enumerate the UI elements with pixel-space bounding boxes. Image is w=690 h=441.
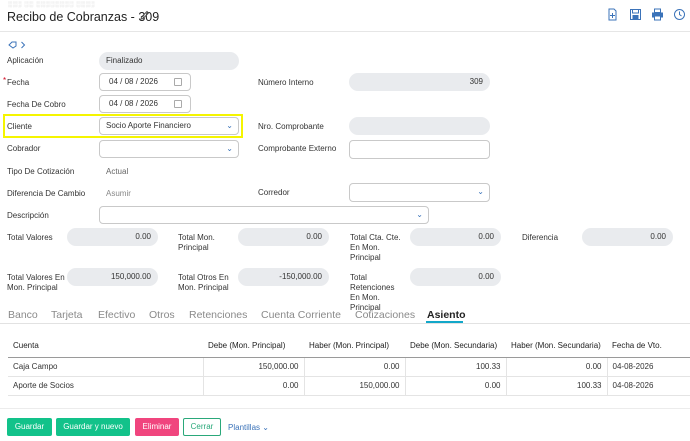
calendar-icon[interactable] xyxy=(174,78,182,86)
column-header[interactable]: Fecha de Vto. xyxy=(607,335,690,358)
nro-comprobante-field xyxy=(349,117,490,135)
tab-banco[interactable]: Banco xyxy=(8,309,38,321)
table-row[interactable]: Caja Campo 150,000.00 0.00 100.33 0.00 0… xyxy=(8,357,690,377)
nro-comprobante-label: Nro. Comprobante xyxy=(258,122,324,131)
cliente-select[interactable]: Socio Aporte Financiero ⌄ xyxy=(99,117,239,135)
edit-icon[interactable] xyxy=(139,10,150,21)
fecha-cobro-label: Fecha De Cobro xyxy=(7,100,66,109)
tag-icon[interactable] xyxy=(8,41,17,49)
header-divider xyxy=(0,31,690,32)
chevron-down-icon[interactable]: ⌄ xyxy=(226,118,233,134)
fecha-cobro-input[interactable]: 04 / 08 / 2026 xyxy=(99,95,191,113)
cobrador-label: Cobrador xyxy=(7,144,41,153)
tab-active-indicator xyxy=(426,321,463,323)
total-otros-label: Total Otros En Mon. Principal xyxy=(178,273,229,292)
table-cell: 0.00 xyxy=(405,376,507,396)
fecha-value: 04 / 08 / 2026 xyxy=(109,77,158,86)
templates-label: Plantillas xyxy=(228,423,261,432)
diferencia-cambio-value[interactable]: Asumir xyxy=(106,189,131,199)
chevron-down-icon: ⌄ xyxy=(262,423,269,432)
chevron-down-icon[interactable]: ⌄ xyxy=(416,207,423,223)
tab-tarjeta[interactable]: Tarjeta xyxy=(51,309,83,321)
diferencia-cambio-label: Diferencia De Cambio xyxy=(7,189,86,198)
footer-divider xyxy=(0,408,690,409)
tab-retenciones[interactable]: Retenciones xyxy=(189,309,247,321)
fecha-input[interactable]: 04 / 08 / 2026 xyxy=(99,73,191,91)
total-retenciones-field: 0.00 xyxy=(410,268,501,286)
column-header[interactable]: Haber (Mon. Secundaria) xyxy=(506,335,607,358)
column-header[interactable]: Debe (Mon. Principal) xyxy=(203,335,304,358)
numero-interno-label: Número Interno xyxy=(258,78,314,87)
new-document-icon[interactable] xyxy=(606,8,619,21)
aplicacion-label: Aplicación xyxy=(7,56,44,65)
save-icon[interactable] xyxy=(629,8,642,21)
total-otros-field: -150,000.00 xyxy=(238,268,329,286)
asiento-table: Cuenta Debe (Mon. Principal) Haber (Mon.… xyxy=(8,335,690,396)
table-cell: 150,000.00 xyxy=(203,357,305,377)
table-cell: 0.00 xyxy=(203,376,305,396)
column-header[interactable]: Debe (Mon. Secundaria) xyxy=(405,335,506,358)
table-header-row: Cuenta Debe (Mon. Principal) Haber (Mon.… xyxy=(8,335,690,358)
corredor-label: Corredor xyxy=(258,188,290,197)
templates-dropdown[interactable]: Plantillas ⌄ xyxy=(228,423,269,433)
breadcrumb[interactable]: ░░░ ░░ ░░░░░░░░ ░░░░ xyxy=(8,2,95,8)
table-cell: 04-08-2026 xyxy=(607,376,690,396)
history-icon[interactable] xyxy=(673,8,686,21)
table-row[interactable]: Aporte de Socios 0.00 150,000.00 0.00 10… xyxy=(8,376,690,396)
column-header[interactable]: Haber (Mon. Principal) xyxy=(304,335,405,358)
total-cta-cte-label: Total Cta. Cte. En Mon. Principal xyxy=(350,233,401,262)
descripcion-label: Descripción xyxy=(7,211,49,220)
descripcion-select[interactable]: ⌄ xyxy=(99,206,429,224)
cliente-label: Cliente xyxy=(7,122,32,131)
close-button[interactable]: Cerrar xyxy=(183,418,221,436)
table-cell: 150,000.00 xyxy=(304,376,406,396)
table-cell: Aporte de Socios xyxy=(8,376,204,396)
page-title: Recibo de Cobranzas - 309 xyxy=(7,10,160,24)
aplicacion-field: Finalizado xyxy=(99,52,239,70)
tab-cotizaciones[interactable]: Cotizaciones xyxy=(355,309,415,321)
total-cta-cte-field: 0.00 xyxy=(410,228,501,246)
table-cell: 0.00 xyxy=(506,357,608,377)
total-retenciones-label: Total Retenciones En Mon. Principal xyxy=(350,273,395,312)
tab-otros[interactable]: Otros xyxy=(149,309,175,321)
total-valores-field: 0.00 xyxy=(67,228,158,246)
fecha-label: Fecha xyxy=(7,78,30,87)
total-valores-mon-label: Total Valores En Mon. Principal xyxy=(7,273,65,292)
delete-button[interactable]: Eliminar xyxy=(135,418,179,436)
required-marker: * xyxy=(3,76,7,85)
table-cell: 04-08-2026 xyxy=(607,357,690,377)
column-header[interactable]: Cuenta xyxy=(8,335,203,358)
save-button[interactable]: Guardar xyxy=(7,418,52,436)
diferencia-label: Diferencia xyxy=(522,233,559,242)
total-valores-mon-field: 150,000.00 xyxy=(67,268,158,286)
tab-asiento[interactable]: Asiento xyxy=(427,309,466,321)
table-cell: 100.33 xyxy=(405,357,507,377)
chevron-down-icon[interactable]: ⌄ xyxy=(477,184,484,200)
comprobante-externo-input[interactable] xyxy=(349,140,490,159)
cliente-value: Socio Aporte Financiero xyxy=(106,121,191,130)
table-cell: 0.00 xyxy=(304,357,406,377)
tab-cuenta-corriente[interactable]: Cuenta Corriente xyxy=(261,309,341,321)
comprobante-externo-label: Comprobante Externo xyxy=(258,144,337,153)
chevron-down-icon[interactable]: ⌄ xyxy=(226,141,233,157)
tab-efectivo[interactable]: Efectivo xyxy=(98,309,135,321)
total-mon-principal-label: Total Mon. Principal xyxy=(178,233,215,252)
total-valores-label: Total Valores xyxy=(7,233,53,242)
tab-bar-divider xyxy=(0,323,690,324)
total-mon-principal-field: 0.00 xyxy=(238,228,329,246)
chevron-right-icon[interactable] xyxy=(20,41,26,49)
fecha-cobro-value: 04 / 08 / 2026 xyxy=(109,99,158,108)
diferencia-field: 0.00 xyxy=(582,228,673,246)
tipo-cotizacion-label: Tipo De Cotización xyxy=(7,167,75,176)
table-cell: 100.33 xyxy=(506,376,608,396)
save-and-new-button[interactable]: Guardar y nuevo xyxy=(56,418,130,436)
tipo-cotizacion-value[interactable]: Actual xyxy=(106,167,128,177)
table-cell: Caja Campo xyxy=(8,357,204,377)
cobrador-select[interactable]: ⌄ xyxy=(99,140,239,158)
calendar-icon[interactable] xyxy=(174,100,182,108)
print-icon[interactable] xyxy=(651,8,664,21)
corredor-select[interactable]: ⌄ xyxy=(349,183,490,202)
numero-interno-field: 309 xyxy=(349,73,490,91)
